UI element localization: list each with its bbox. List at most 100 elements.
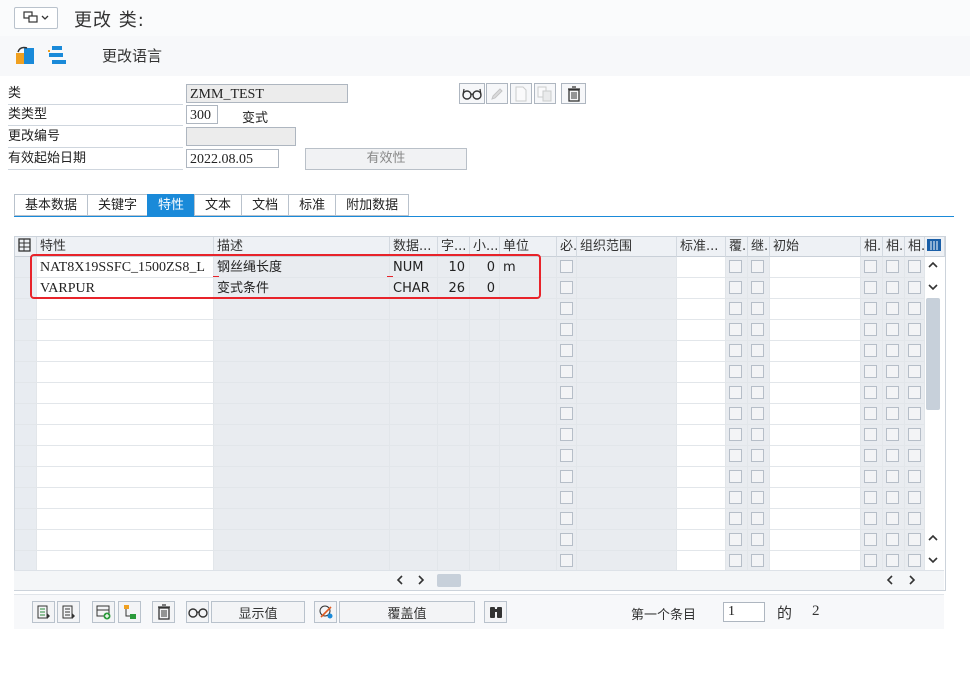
scroll-page-up-button[interactable] xyxy=(926,531,940,549)
checkbox[interactable] xyxy=(751,386,764,399)
display-button[interactable] xyxy=(459,83,485,104)
checkbox[interactable] xyxy=(864,554,877,567)
cell-characteristic[interactable] xyxy=(37,362,214,383)
table-cell[interactable] xyxy=(770,530,861,551)
checkbox[interactable] xyxy=(751,407,764,420)
checkbox[interactable] xyxy=(560,554,573,567)
delete-button[interactable] xyxy=(561,83,586,104)
scroll-left-button[interactable] xyxy=(393,573,407,591)
deselect-all-button[interactable] xyxy=(57,601,80,623)
cell-characteristic[interactable] xyxy=(37,341,214,362)
header-required[interactable]: 必... xyxy=(557,237,577,257)
checkbox[interactable] xyxy=(864,491,877,504)
insert-row-button[interactable] xyxy=(92,601,115,623)
table-cell[interactable] xyxy=(677,467,726,488)
table-cell[interactable] xyxy=(770,509,861,530)
checkbox[interactable] xyxy=(560,281,573,294)
checkbox[interactable] xyxy=(886,554,899,567)
checkbox[interactable] xyxy=(908,386,921,399)
checkbox[interactable] xyxy=(886,365,899,378)
checkbox[interactable] xyxy=(886,302,899,315)
checkbox[interactable] xyxy=(908,512,921,525)
checkbox[interactable] xyxy=(751,449,764,462)
row-selector[interactable] xyxy=(15,467,37,488)
table-cell[interactable] xyxy=(770,341,861,362)
checkbox[interactable] xyxy=(560,470,573,483)
cell-characteristic[interactable] xyxy=(37,299,214,320)
cell-characteristic[interactable] xyxy=(37,488,214,509)
checkbox[interactable] xyxy=(560,260,573,273)
tab-additional-data[interactable]: 附加数据 xyxy=(335,194,410,216)
overwrite-values-button[interactable]: 覆盖值 xyxy=(339,601,475,623)
checkbox[interactable] xyxy=(729,512,742,525)
table-cell[interactable] xyxy=(677,425,726,446)
row-selector[interactable] xyxy=(15,425,37,446)
row-selector[interactable] xyxy=(15,341,37,362)
checkbox[interactable] xyxy=(864,533,877,546)
checkbox[interactable] xyxy=(729,449,742,462)
row-selector[interactable] xyxy=(15,530,37,551)
checkbox[interactable] xyxy=(864,344,877,357)
row-selector[interactable] xyxy=(15,404,37,425)
scroll-up-button[interactable] xyxy=(926,258,940,276)
header-initial[interactable]: 初始 xyxy=(770,237,861,257)
horizontal-scrollbar-thumb[interactable] xyxy=(437,574,461,587)
table-cell[interactable] xyxy=(677,383,726,404)
row-selector[interactable] xyxy=(15,320,37,341)
checkbox[interactable] xyxy=(886,470,899,483)
checkbox[interactable] xyxy=(751,470,764,483)
table-cell[interactable] xyxy=(677,509,726,530)
table-cell[interactable] xyxy=(677,320,726,341)
table-cell[interactable] xyxy=(677,530,726,551)
cell-characteristic[interactable] xyxy=(37,446,214,467)
checkbox[interactable] xyxy=(751,491,764,504)
table-cell[interactable] xyxy=(770,299,861,320)
checkbox[interactable] xyxy=(751,281,764,294)
checkbox[interactable] xyxy=(729,365,742,378)
checkbox[interactable] xyxy=(886,344,899,357)
checkbox[interactable] xyxy=(864,428,877,441)
header-org-area[interactable]: 组织范围 xyxy=(577,237,677,257)
checkbox[interactable] xyxy=(908,260,921,273)
checkbox[interactable] xyxy=(886,428,899,441)
scroll-right-button[interactable] xyxy=(414,573,428,591)
checkbox[interactable] xyxy=(560,344,573,357)
checkbox[interactable] xyxy=(560,302,573,315)
copy-button[interactable] xyxy=(534,83,556,104)
table-cell[interactable] xyxy=(770,488,861,509)
checkbox[interactable] xyxy=(908,428,921,441)
hierarchy-button[interactable] xyxy=(46,44,70,66)
checkbox[interactable] xyxy=(864,407,877,420)
checkbox[interactable] xyxy=(908,365,921,378)
class-type-field[interactable]: 300 xyxy=(186,105,218,124)
valid-from-field[interactable]: 2022.08.05 xyxy=(186,149,279,168)
checkbox[interactable] xyxy=(560,323,573,336)
checkbox[interactable] xyxy=(864,260,877,273)
checkbox[interactable] xyxy=(908,449,921,462)
cell-characteristic[interactable] xyxy=(37,509,214,530)
table-cell[interactable] xyxy=(677,551,726,572)
table-cell[interactable] xyxy=(677,446,726,467)
checkbox[interactable] xyxy=(560,533,573,546)
cell-characteristic[interactable] xyxy=(37,551,214,572)
checkbox[interactable] xyxy=(729,491,742,504)
checkbox[interactable] xyxy=(864,449,877,462)
table-cell[interactable] xyxy=(677,299,726,320)
table-cell[interactable] xyxy=(770,362,861,383)
header-rel2[interactable]: 相... xyxy=(883,237,905,257)
delete-row-button[interactable] xyxy=(152,601,175,623)
table-cell[interactable] xyxy=(770,257,861,278)
checkbox[interactable] xyxy=(864,512,877,525)
find-button[interactable] xyxy=(484,601,507,623)
header-rel3[interactable]: 相... xyxy=(905,237,925,257)
cell-characteristic[interactable] xyxy=(37,425,214,446)
cell-characteristic[interactable] xyxy=(37,320,214,341)
row-selector[interactable] xyxy=(15,362,37,383)
switch-display-change-button[interactable] xyxy=(14,44,38,66)
scroll-page-down-button[interactable] xyxy=(926,553,940,571)
checkbox[interactable] xyxy=(751,323,764,336)
checkbox[interactable] xyxy=(729,554,742,567)
checkbox[interactable] xyxy=(908,407,921,420)
header-standard[interactable]: 标准... xyxy=(677,237,726,257)
class-field[interactable]: ZMM_TEST xyxy=(186,84,348,103)
